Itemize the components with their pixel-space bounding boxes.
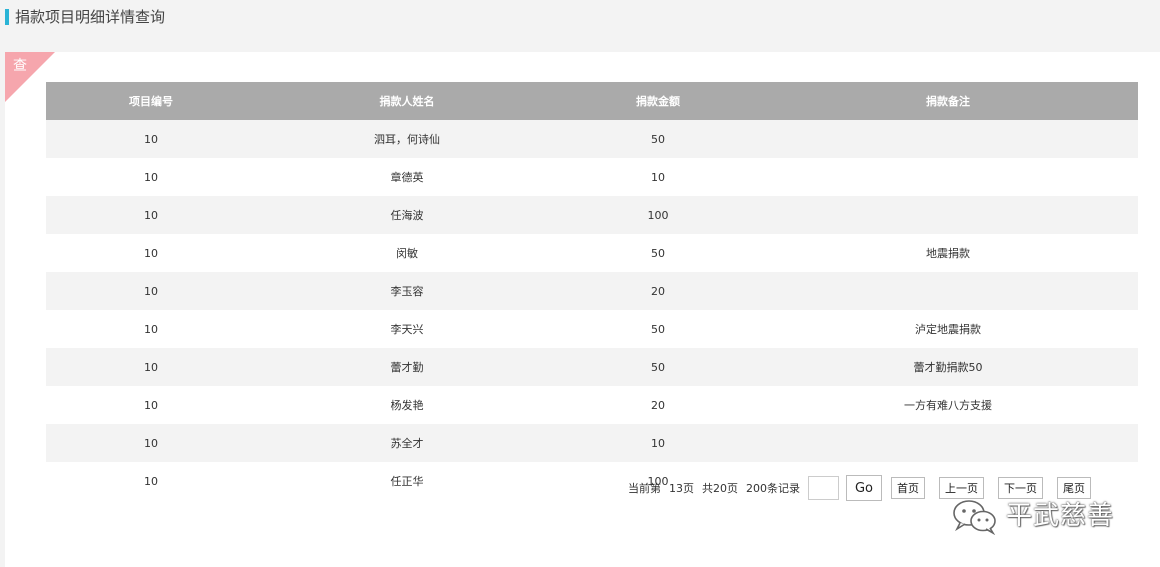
cell-project-id: 10 <box>46 310 256 348</box>
table-header-row: 项目编号 捐款人姓名 捐款金额 捐款备注 <box>46 82 1138 120</box>
prev-page-button[interactable]: 上一页 <box>939 477 984 499</box>
cell-remark <box>758 424 1138 462</box>
page-title: 捐款项目明细详情查询 <box>15 8 166 26</box>
table-row: 10 泗耳，何诗仙 50 <box>46 120 1138 158</box>
cell-donor-name: 泗耳，何诗仙 <box>256 120 558 158</box>
cell-amount: 50 <box>558 234 758 272</box>
cell-remark <box>758 196 1138 234</box>
cell-amount: 10 <box>558 158 758 196</box>
table-row: 10 章德英 10 <box>46 158 1138 196</box>
cell-donor-name: 任海波 <box>256 196 558 234</box>
cell-remark <box>758 272 1138 310</box>
cell-donor-name: 任正华 <box>256 462 558 500</box>
page-header: 捐款项目明细详情查询 <box>0 0 1160 36</box>
cell-amount: 50 <box>558 348 758 386</box>
page-jump-input[interactable] <box>808 476 839 500</box>
column-header-amount: 捐款金额 <box>558 82 758 120</box>
next-page-button[interactable]: 下一页 <box>998 477 1043 499</box>
cell-project-id: 10 <box>46 462 256 500</box>
cell-project-id: 10 <box>46 386 256 424</box>
cell-donor-name: 苏全才 <box>256 424 558 462</box>
table-row: 10 李玉容 20 <box>46 272 1138 310</box>
cell-donor-name: 李天兴 <box>256 310 558 348</box>
table-row: 10 蕾才勤 50 蕾才勤捐款50 <box>46 348 1138 386</box>
cell-project-id: 10 <box>46 424 256 462</box>
cell-remark: 地震捐款 <box>758 234 1138 272</box>
cell-project-id: 10 <box>46 196 256 234</box>
cell-remark: 泸定地震捐款 <box>758 310 1138 348</box>
table-row: 10 李天兴 50 泸定地震捐款 <box>46 310 1138 348</box>
title-accent-bar <box>5 9 9 25</box>
table-row: 10 苏全才 10 <box>46 424 1138 462</box>
cell-project-id: 10 <box>46 272 256 310</box>
cell-project-id: 10 <box>46 120 256 158</box>
cell-project-id: 10 <box>46 158 256 196</box>
cell-amount: 20 <box>558 272 758 310</box>
total-pages: 共20页 <box>702 482 738 495</box>
cell-amount: 100 <box>558 196 758 234</box>
column-header-project-id: 项目编号 <box>46 82 256 120</box>
cell-donor-name: 章德英 <box>256 158 558 196</box>
last-page-button[interactable]: 尾页 <box>1057 477 1091 499</box>
cell-amount: 50 <box>558 120 758 158</box>
column-header-donor-name: 捐款人姓名 <box>256 82 558 120</box>
watermark: 平武慈善 <box>950 497 1114 535</box>
first-page-button[interactable]: 首页 <box>891 477 925 499</box>
cell-project-id: 10 <box>46 348 256 386</box>
cell-donor-name: 李玉容 <box>256 272 558 310</box>
table-row: 10 闵敏 50 地震捐款 <box>46 234 1138 272</box>
cell-donor-name: 闵敏 <box>256 234 558 272</box>
table-row: 10 任海波 100 <box>46 196 1138 234</box>
go-button[interactable]: Go <box>846 475 882 501</box>
current-page-label: 当前第 <box>628 482 661 495</box>
wechat-icon <box>953 500 996 535</box>
cell-remark <box>758 158 1138 196</box>
cell-donor-name: 蕾才勤 <box>256 348 558 386</box>
column-header-remark: 捐款备注 <box>758 82 1138 120</box>
cell-donor-name: 杨发艳 <box>256 386 558 424</box>
cell-remark <box>758 120 1138 158</box>
corner-tag-label: 查 <box>13 58 27 74</box>
total-records: 200条记录 <box>746 482 800 495</box>
cell-amount: 10 <box>558 424 758 462</box>
donation-table: 项目编号 捐款人姓名 捐款金额 捐款备注 10 泗耳，何诗仙 50 10 章德英… <box>46 82 1138 500</box>
current-page-number: 13页 <box>669 482 694 495</box>
cell-remark: 蕾才勤捐款50 <box>758 348 1138 386</box>
cell-amount: 20 <box>558 386 758 424</box>
cell-remark: 一方有难八方支援 <box>758 386 1138 424</box>
cell-project-id: 10 <box>46 234 256 272</box>
table-row: 10 杨发艳 20 一方有难八方支援 <box>46 386 1138 424</box>
watermark-text: 平武慈善 <box>1006 501 1115 531</box>
cell-amount: 50 <box>558 310 758 348</box>
